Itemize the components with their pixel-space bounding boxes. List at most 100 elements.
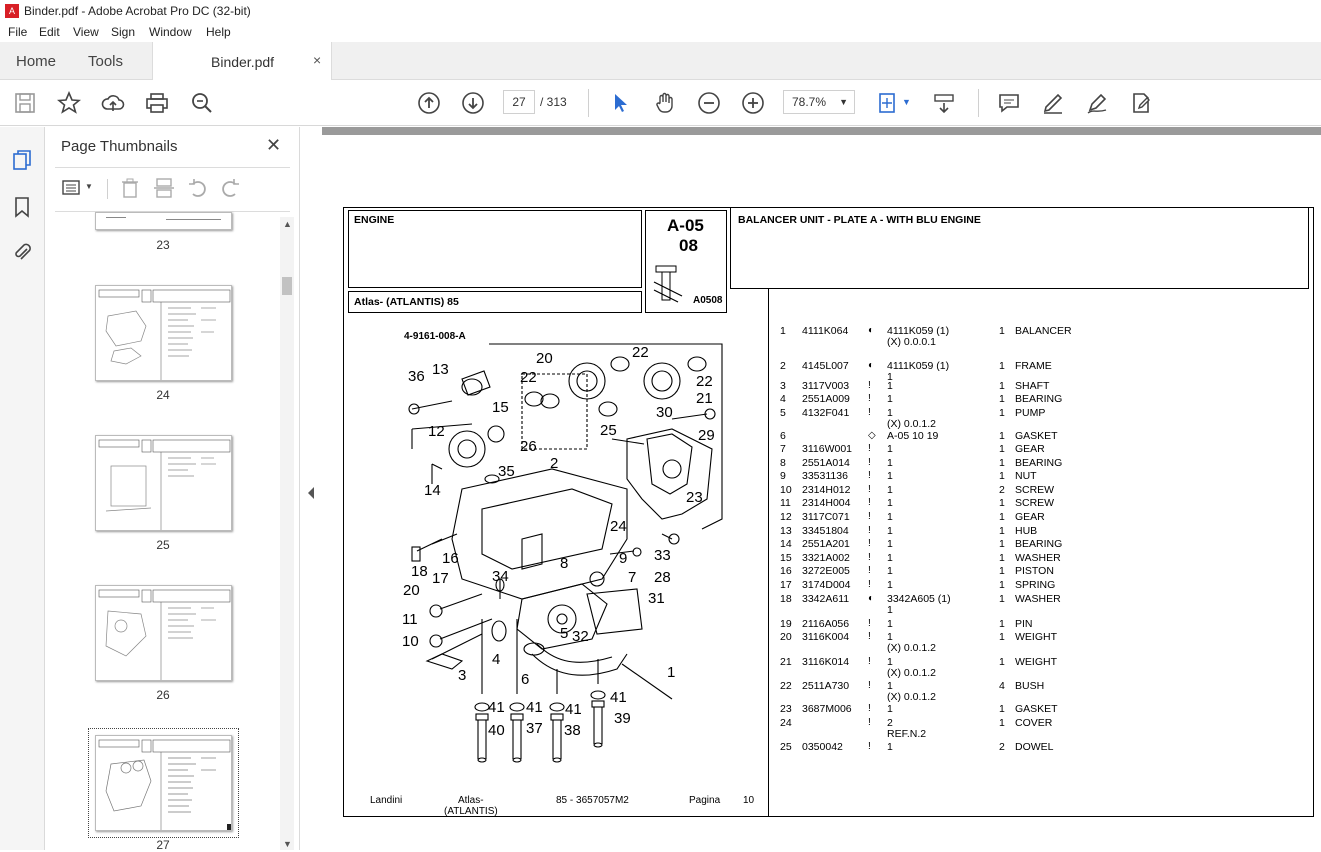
fit-dropdown-chevron-icon[interactable]: ▼: [902, 97, 911, 107]
part-ref: 2: [780, 360, 786, 372]
thumbnail-scrollbar[interactable]: ▲ ▼: [280, 217, 294, 850]
bookmark-icon[interactable]: [11, 196, 33, 218]
callout-9: 9: [619, 550, 628, 567]
find-zoom-icon[interactable]: [190, 91, 214, 115]
select-cursor-icon[interactable]: [609, 91, 633, 115]
title-bar: A Binder.pdf - Adobe Acrobat Pro DC (32-…: [0, 0, 1321, 22]
delete-page-icon[interactable]: [119, 177, 141, 199]
part-ref: 5: [780, 407, 786, 419]
footer-brand: Landini: [370, 795, 403, 806]
part-description: BALANCER: [1015, 325, 1072, 337]
hand-tool-icon[interactable]: [653, 91, 677, 115]
part-quantity: 1: [999, 470, 1005, 482]
extract-page-icon[interactable]: [153, 177, 175, 199]
zoom-level-select[interactable]: 78.7% ▼: [783, 90, 855, 114]
part-code: 33531136: [802, 470, 848, 482]
comment-icon[interactable]: [997, 91, 1021, 115]
save-icon[interactable]: [13, 91, 37, 115]
close-panel-icon[interactable]: ✕: [266, 135, 281, 156]
upload-cloud-icon[interactable]: [101, 91, 125, 115]
document-view[interactable]: ENGINE Atlas- (ATLANTIS) 85 A-05 08 A050…: [322, 127, 1321, 850]
callout-2: 2: [550, 455, 559, 472]
callout-34: 34: [492, 568, 509, 585]
attachment-icon[interactable]: [11, 241, 33, 263]
next-page-icon[interactable]: [461, 91, 485, 115]
part-quantity: 1: [999, 443, 1005, 455]
part-alternative: 1: [887, 393, 893, 405]
part-ref: 16: [780, 565, 792, 577]
thumbnail-page-number: 23: [156, 238, 170, 252]
rotate-left-icon[interactable]: [187, 177, 209, 199]
page-thumbnail-selected[interactable]: [95, 735, 232, 831]
highlight-pen-icon[interactable]: [1041, 91, 1065, 115]
page-thumbnails-icon[interactable]: [11, 149, 33, 171]
part-ref: 20: [780, 631, 792, 643]
part-quantity: 1: [999, 703, 1005, 715]
part-symbol: ◐: [868, 593, 875, 604]
close-tab-icon[interactable]: ×: [313, 52, 321, 68]
print-icon[interactable]: [145, 91, 169, 115]
page-thumbnail[interactable]: [95, 585, 232, 681]
part-ref: 21: [780, 656, 792, 668]
menu-view[interactable]: View: [73, 25, 99, 39]
part-note: 1: [887, 604, 893, 616]
part-alternative: 1: [887, 484, 893, 496]
menu-help[interactable]: Help: [206, 25, 231, 39]
part-description: FRAME: [1015, 360, 1052, 372]
part-note: REF.N.2: [887, 728, 927, 740]
page-thumbnail[interactable]: [95, 285, 232, 381]
page-thumbnail[interactable]: [95, 212, 232, 230]
scroll-mode-icon[interactable]: [932, 91, 956, 115]
edit-pdf-icon[interactable]: [1129, 91, 1153, 115]
callout-25: 25: [600, 422, 617, 439]
callout-39: 39: [614, 710, 631, 727]
scroll-up-icon[interactable]: ▲: [283, 219, 292, 229]
tab-home[interactable]: Home: [16, 53, 56, 70]
part-symbol: ◐: [868, 360, 875, 371]
scrollbar-thumb[interactable]: [282, 277, 292, 295]
page-total: / 313: [540, 95, 567, 109]
part-quantity: 1: [999, 430, 1005, 442]
part-note: (X) 0.0.1.2: [887, 667, 937, 679]
collapse-panel-handle[interactable]: [300, 127, 322, 850]
part-quantity: 1: [999, 497, 1005, 509]
part-description: BEARING: [1015, 393, 1063, 405]
scroll-down-icon[interactable]: ▼: [283, 839, 292, 849]
callout-4: 4: [492, 651, 501, 668]
sign-pen-icon[interactable]: [1085, 91, 1109, 115]
options-chevron-icon[interactable]: ▼: [85, 182, 93, 191]
toolbar-divider: [588, 89, 589, 117]
star-icon[interactable]: [56, 90, 82, 115]
fit-page-icon[interactable]: [876, 91, 900, 115]
callout-37: 37: [526, 720, 543, 737]
previous-page-icon[interactable]: [417, 91, 441, 115]
rotate-right-icon[interactable]: [219, 177, 241, 199]
menu-sign[interactable]: Sign: [111, 25, 135, 39]
menu-edit[interactable]: Edit: [39, 25, 60, 39]
thumbnail-toolbar: ▼: [55, 175, 290, 205]
page-number-input[interactable]: 27: [503, 90, 535, 114]
part-code: 3117V003: [802, 380, 850, 392]
part-ref: 14: [780, 538, 792, 550]
callout-31: 31: [648, 590, 665, 607]
options-menu-icon[interactable]: [61, 177, 83, 199]
menu-window[interactable]: Window: [149, 25, 192, 39]
callout-11: 11: [402, 611, 418, 628]
part-ref: 17: [780, 579, 792, 591]
part-code: 33451804: [802, 525, 849, 537]
callout-21: 21: [696, 390, 713, 407]
part-quantity: 1: [999, 360, 1005, 372]
tab-tools[interactable]: Tools: [88, 53, 123, 70]
page-heading: BALANCER UNIT - PLATE A - WITH BLU ENGIN…: [738, 214, 981, 226]
tab-document[interactable]: Binder.pdf ×: [152, 42, 332, 81]
part-symbol: !: [868, 484, 871, 495]
menu-file[interactable]: File: [8, 25, 27, 39]
part-quantity: 1: [999, 511, 1005, 523]
part-quantity: 1: [999, 717, 1005, 729]
zoom-in-icon[interactable]: [741, 91, 765, 115]
zoom-out-icon[interactable]: [697, 91, 721, 115]
page-thumbnail[interactable]: [95, 435, 232, 531]
callout-3: 3: [458, 667, 467, 684]
window-title: Binder.pdf - Adobe Acrobat Pro DC (32-bi…: [24, 4, 251, 18]
part-quantity: 1: [999, 579, 1005, 591]
